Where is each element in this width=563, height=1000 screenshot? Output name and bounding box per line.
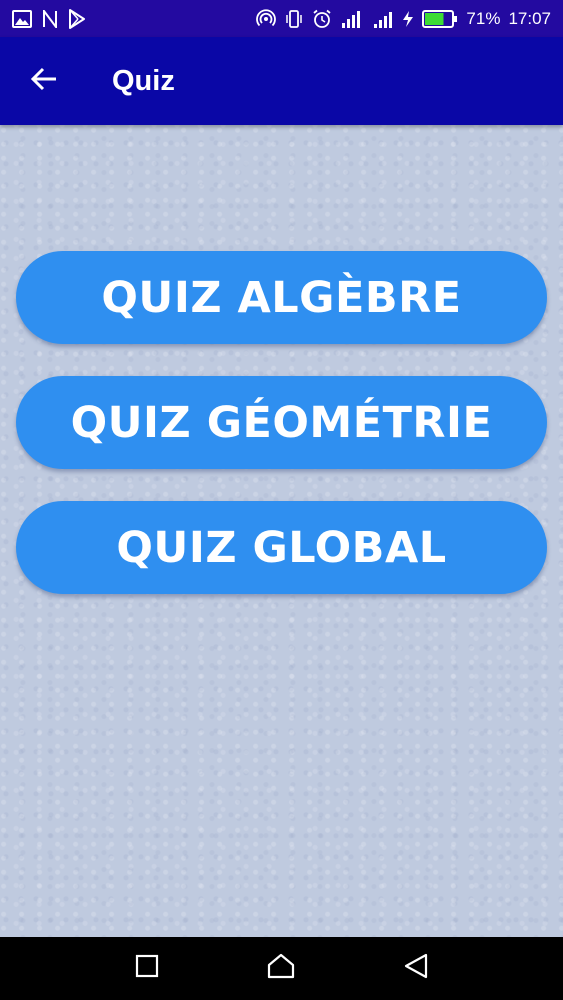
- back-nav-button[interactable]: [391, 944, 441, 994]
- home-icon: [267, 953, 295, 984]
- app-bar: Quiz: [0, 37, 563, 125]
- page-title: Quiz: [112, 64, 175, 97]
- quiz-geometrie-button[interactable]: QUIZ GÉOMÉTRIE: [16, 376, 547, 469]
- status-left: [12, 8, 86, 30]
- back-button[interactable]: [14, 51, 74, 111]
- image-icon: [12, 8, 32, 30]
- status-bar: 71% 17:07: [0, 0, 563, 37]
- alarm-icon: [312, 8, 332, 30]
- status-right: 71% 17:07: [256, 8, 551, 30]
- quiz-algebre-button[interactable]: QUIZ ALGÈBRE: [16, 251, 547, 344]
- back-triangle-icon: [403, 953, 429, 984]
- vibrate-icon: [284, 8, 304, 30]
- hotspot-icon: [256, 8, 277, 30]
- quiz-screen: 71% 17:07 Quiz QUIZ ALGÈBRE QUIZ GÉOMÉTR…: [0, 0, 563, 1000]
- home-button[interactable]: [256, 944, 306, 994]
- clock: 17:07: [508, 8, 551, 28]
- battery-percent: 71%: [466, 8, 501, 28]
- recent-apps-icon: [135, 954, 159, 983]
- quiz-global-button[interactable]: QUIZ GLOBAL: [16, 501, 547, 594]
- arrow-back-icon: [30, 66, 58, 97]
- recent-apps-button[interactable]: [122, 944, 172, 994]
- signal-icon: [340, 8, 364, 30]
- n-icon: [42, 8, 58, 30]
- play-store-icon: [68, 8, 86, 30]
- charging-icon: [402, 8, 414, 30]
- signal-icon-2: [372, 8, 394, 30]
- battery-icon: [422, 8, 458, 30]
- navigation-bar: [0, 937, 563, 1000]
